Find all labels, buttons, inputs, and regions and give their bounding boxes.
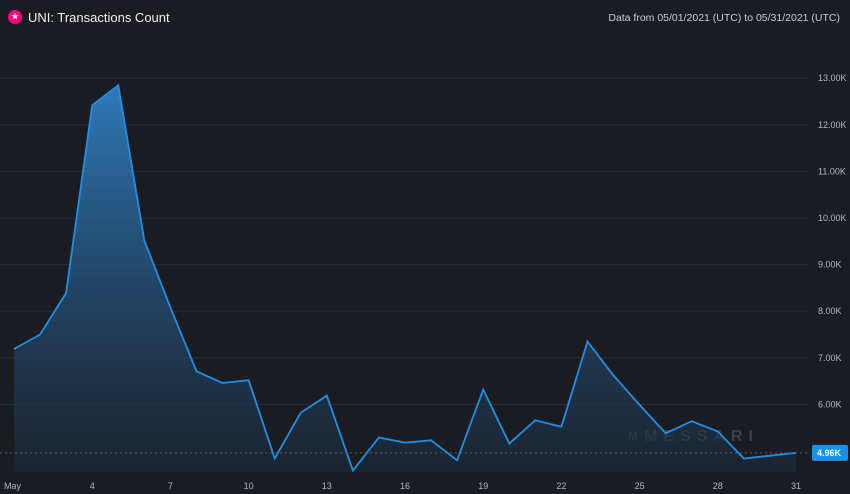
last-value-text: 4.96K (817, 448, 842, 458)
x-tick-label: 25 (635, 481, 645, 491)
x-tick-label: 4 (90, 481, 95, 491)
x-tick-label: 7 (168, 481, 173, 491)
y-tick-label: 10.00K (818, 213, 847, 223)
y-tick-label: 12.00K (818, 120, 847, 130)
x-tick-label: 31 (791, 481, 801, 491)
x-tick-label: 28 (713, 481, 723, 491)
y-tick-label: 9.00K (818, 260, 842, 270)
x-tick-label: 19 (478, 481, 488, 491)
y-axis-ticks: 6.00K 7.00K 8.00K 9.00K 10.00K 11.00K 12.00K 13… (818, 73, 847, 409)
y-tick-label: 7.00K (818, 353, 842, 363)
area-chart[interactable]: M MESSARI 6.00K7.00K8.00K9.00K10.00K11.0… (0, 0, 850, 494)
x-tick-label: 16 (400, 481, 410, 491)
last-value-label: 4.96K (812, 444, 848, 461)
y-tick-label: 13.00K (818, 73, 847, 83)
x-tick-label: May (4, 481, 22, 491)
x-axis-ticks: May 4 7 10 13 16 19 22 25 28 31 (4, 481, 801, 491)
x-tick-label: 13 (322, 481, 332, 491)
y-tick-label: 6.00K (818, 399, 842, 409)
x-tick-label: 22 (556, 481, 566, 491)
y-tick-label: 8.00K (818, 306, 842, 316)
y-tick-label: 11.00K (818, 166, 846, 176)
x-tick-label: 10 (244, 481, 254, 491)
area-fill (14, 85, 796, 472)
